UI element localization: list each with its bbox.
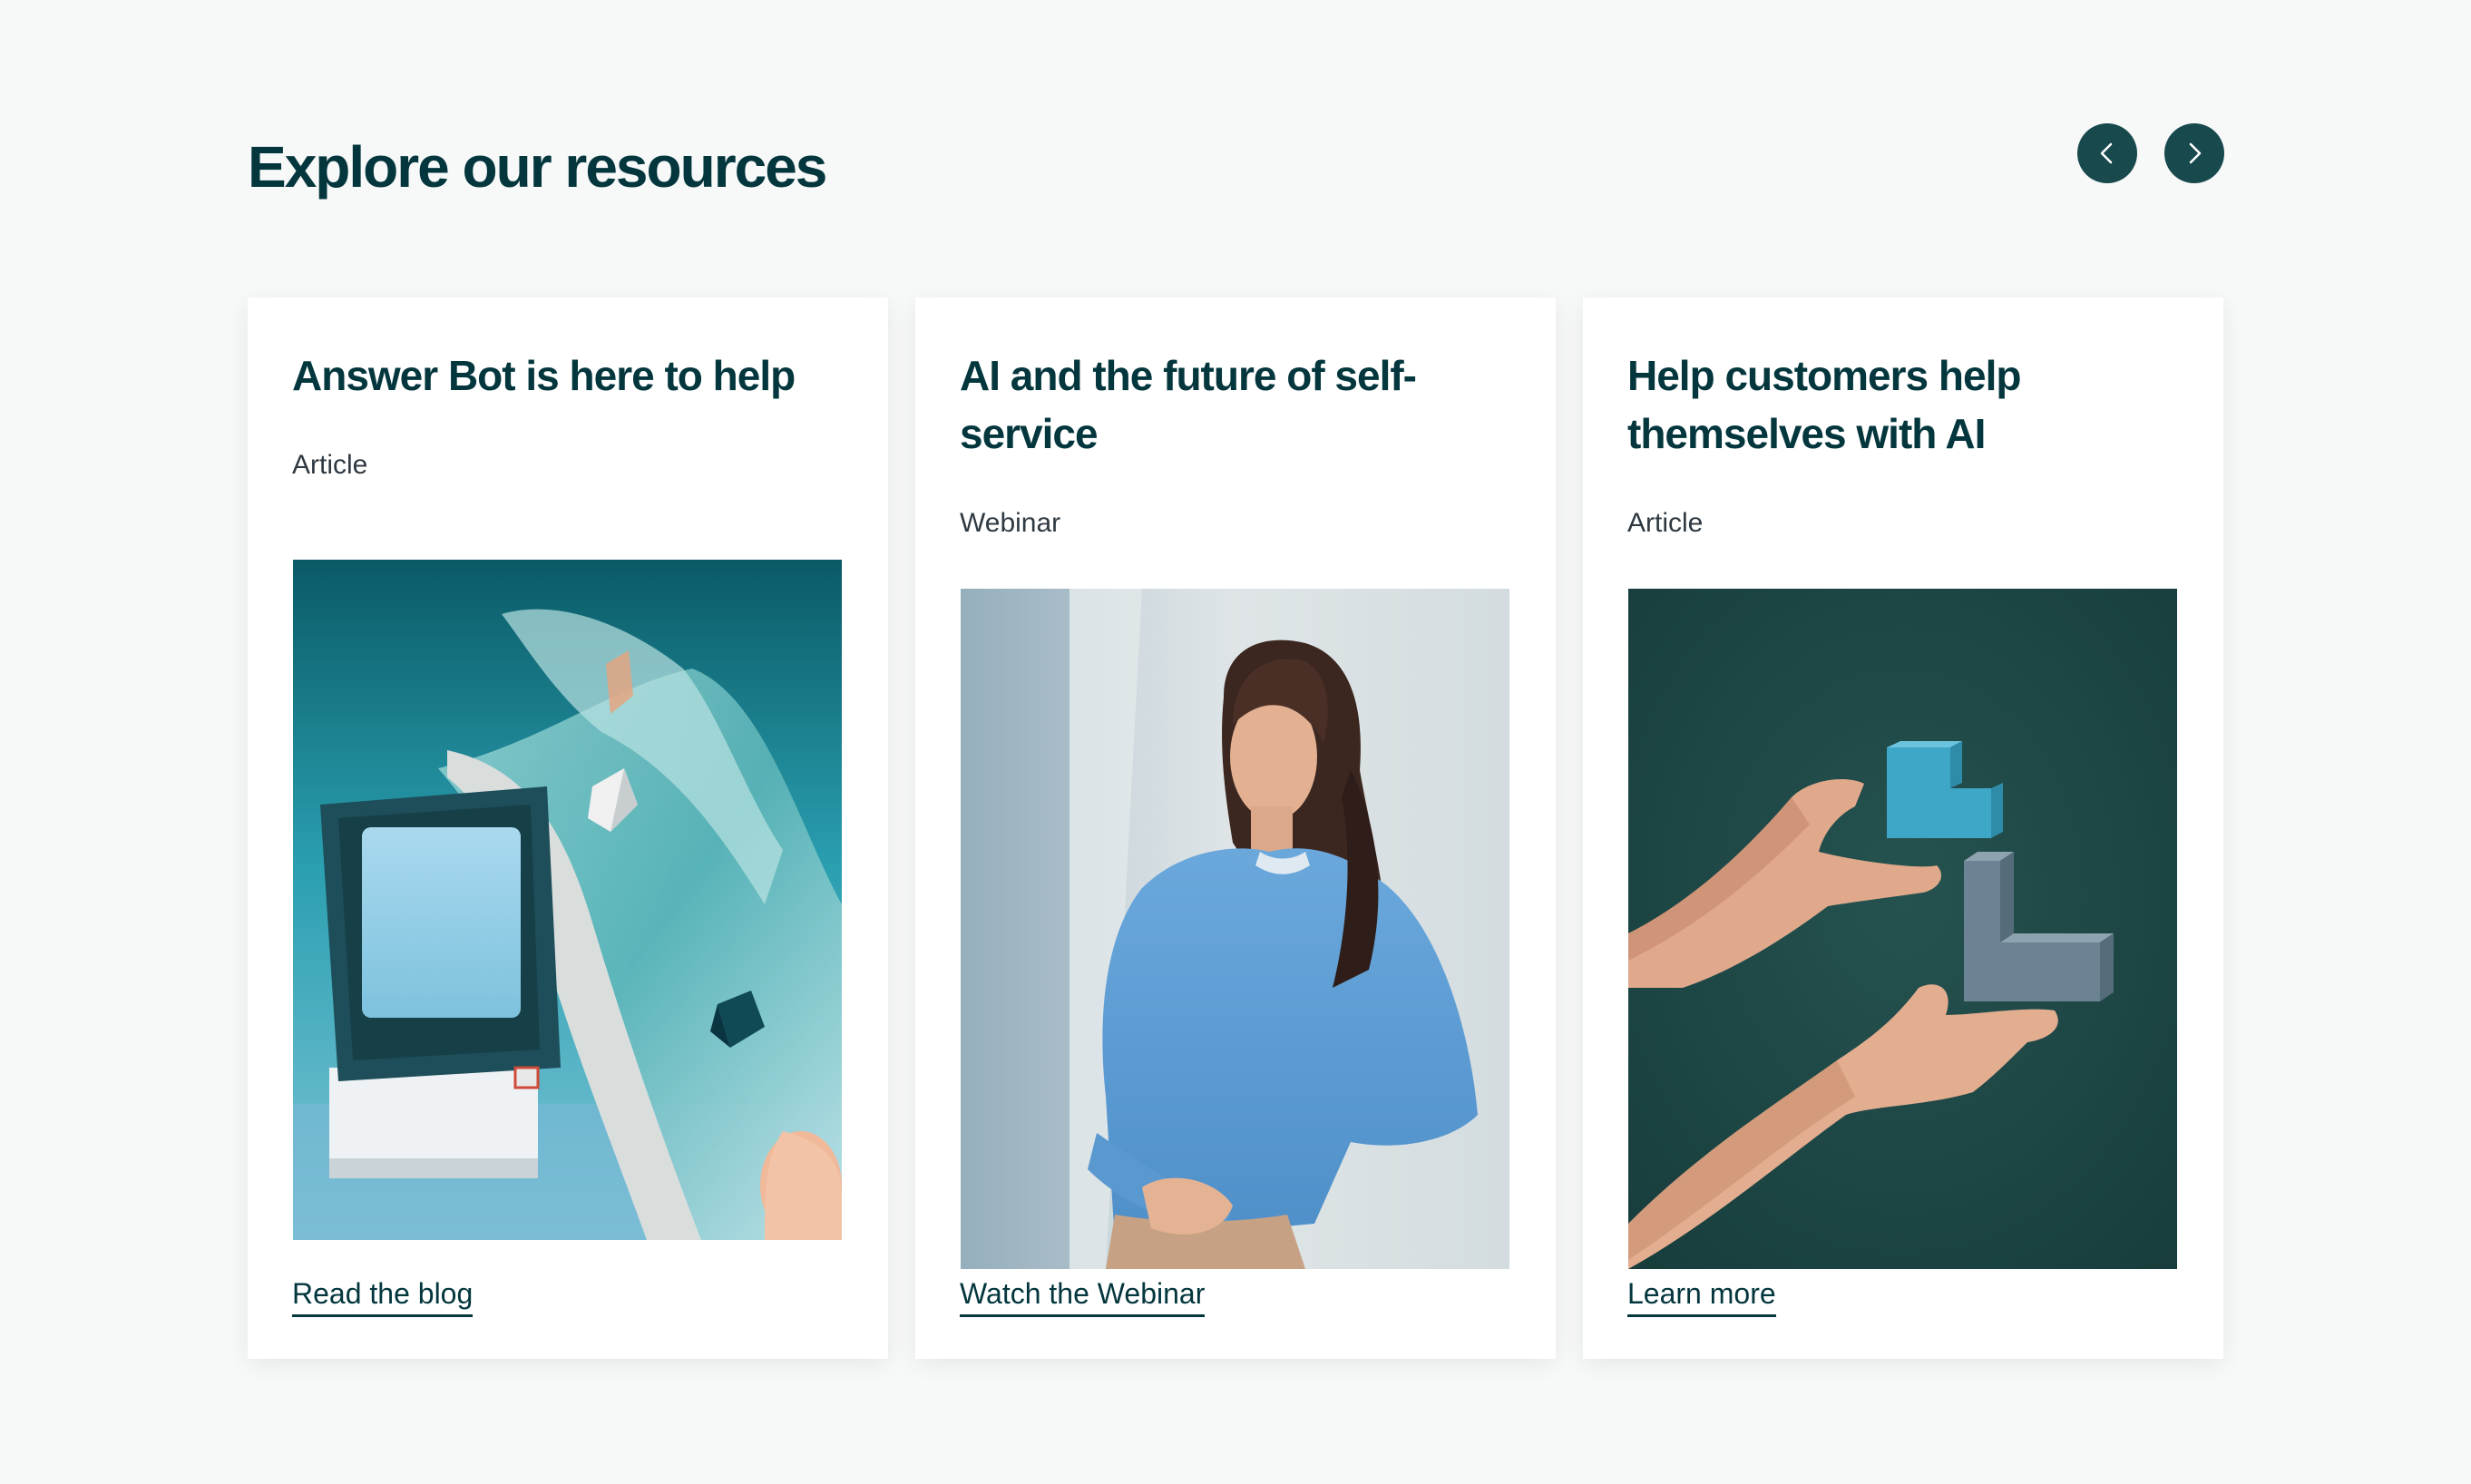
learn-more-link[interactable]: Learn more [1627, 1275, 1776, 1317]
chevron-right-icon [2189, 142, 2202, 164]
chevron-left-icon [2100, 142, 2113, 164]
card-type-label: Article [1627, 508, 1704, 538]
carousel-prev-button[interactable] [2077, 123, 2137, 183]
read-the-blog-link[interactable]: Read the blog [292, 1275, 474, 1317]
resource-card: Help customers help themselves with AI A… [1583, 298, 2223, 1359]
smiling-woman-image [961, 589, 1509, 1269]
carousel-next-button[interactable] [2164, 123, 2224, 183]
hands-holding-blocks-image [1628, 589, 2177, 1269]
card-title: Answer Bot is here to help [292, 352, 796, 399]
resource-cards: Answer Bot is here to help Article Read … [248, 298, 2223, 1359]
retro-computer-image [293, 560, 842, 1240]
resource-card: Answer Bot is here to help Article Read … [248, 298, 888, 1359]
card-type-label: Webinar [960, 508, 1061, 538]
section-title: Explore our resources [248, 134, 827, 200]
card-title: Help customers help themselves with AI [1627, 352, 2021, 457]
resource-card: AI and the future of self-service Webina… [915, 298, 1556, 1359]
watch-the-webinar-link[interactable]: Watch the Webinar [960, 1275, 1206, 1317]
card-title: AI and the future of self-service [960, 352, 1417, 457]
card-type-label: Article [292, 450, 368, 480]
